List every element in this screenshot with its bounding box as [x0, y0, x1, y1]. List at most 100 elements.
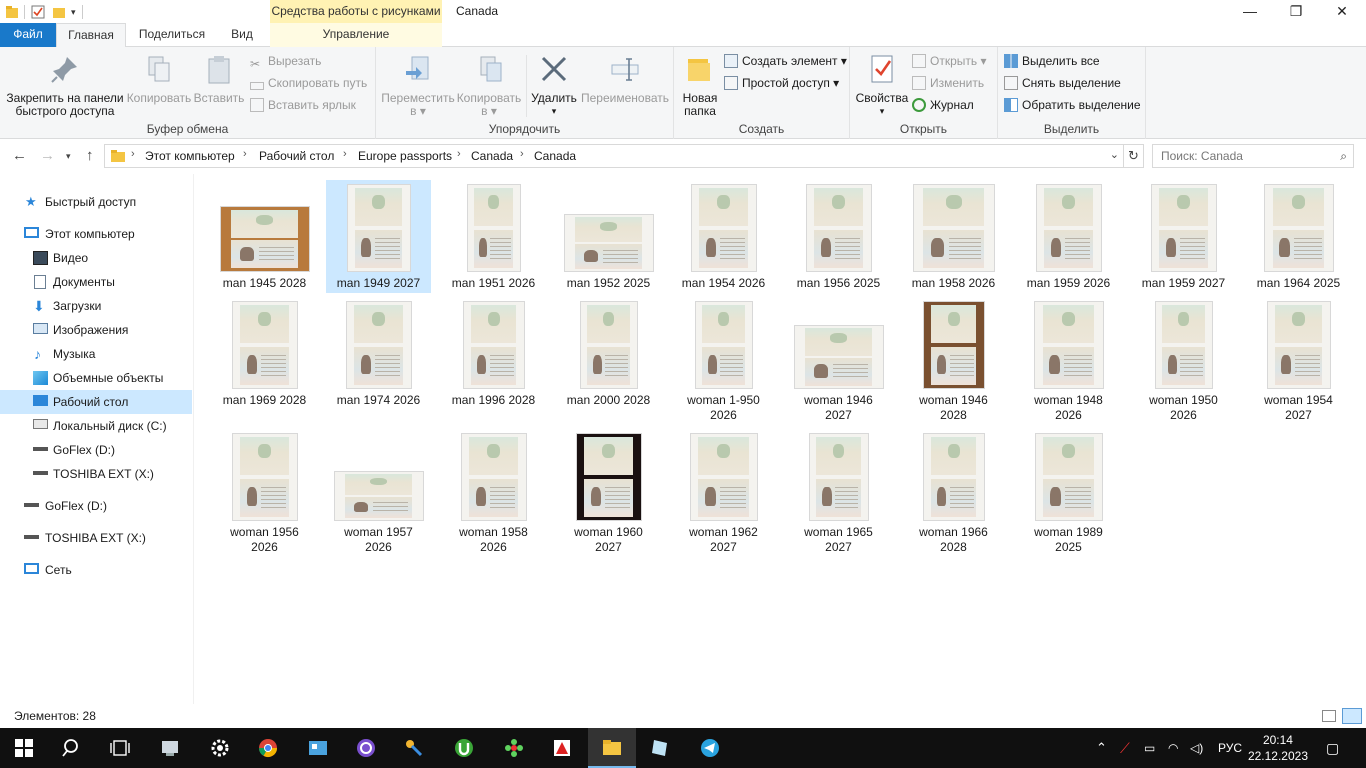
breadcrumb-canada[interactable]: Canada	[534, 149, 576, 163]
taskbar-app-utorrent[interactable]	[440, 728, 488, 768]
file-tile[interactable]: man 1954 2026	[671, 180, 776, 293]
taskbar-app-explorer[interactable]	[588, 728, 636, 768]
file-tile[interactable]: woman 1957 2026	[326, 429, 431, 557]
breadcrumb-europe-passports[interactable]: Europe passports	[358, 149, 452, 163]
nav-goflex-d-sub[interactable]: GoFlex (D:)	[0, 438, 192, 462]
new-folder-button[interactable]: Новая папка	[678, 51, 722, 118]
pin-quick-access-button[interactable]: Закрепить на панели быстрого доступа	[4, 51, 126, 118]
nav-local-disk-c[interactable]: Локальный диск (C:)	[0, 414, 192, 438]
taskbar-app-notes[interactable]	[636, 728, 684, 768]
file-tile[interactable]: woman 1965 2027	[786, 429, 891, 557]
file-tile[interactable]: man 1964 2025	[1246, 180, 1351, 293]
select-none-button[interactable]: Снять выделение	[1004, 73, 1121, 93]
file-tile[interactable]: woman 1989 2025	[1016, 429, 1121, 557]
taskbar-app-monitor[interactable]	[146, 728, 194, 768]
show-hidden-icons[interactable]: ⌃	[1096, 728, 1107, 768]
tab-share[interactable]: Поделиться	[130, 23, 214, 47]
notifications-icon[interactable]: ▢	[1326, 728, 1339, 768]
file-tile[interactable]: woman 1958 2026	[441, 429, 546, 557]
move-to-button[interactable]: Переместить в ▾	[380, 51, 456, 118]
history-button[interactable]: Журнал	[912, 95, 974, 115]
customize-qa-icon[interactable]: ▾	[71, 7, 76, 18]
nav-this-pc[interactable]: Этот компьютер	[0, 222, 192, 246]
minimize-button[interactable]: —	[1227, 0, 1273, 23]
close-button[interactable]: ✕	[1319, 0, 1365, 23]
search-input[interactable]: Поиск: Canada ⌕	[1152, 144, 1354, 168]
nav-video[interactable]: Видео	[0, 246, 192, 270]
wifi-icon[interactable]: ◠	[1168, 728, 1178, 768]
nav-desktop[interactable]: Рабочий стол	[0, 390, 192, 414]
paste-button[interactable]: Вставить	[192, 51, 246, 105]
file-tile[interactable]: woman 1962 2027	[671, 429, 776, 557]
copy-button[interactable]: Копировать	[124, 51, 194, 105]
file-tile[interactable]: woman 1960 2027	[556, 429, 661, 557]
file-tile[interactable]: man 2000 2028	[556, 297, 661, 410]
nav-documents[interactable]: Документы	[0, 270, 192, 294]
file-tile[interactable]: woman 1966 2028	[901, 429, 1006, 557]
file-tile[interactable]: woman 1956 2026	[212, 429, 317, 557]
nav-network[interactable]: Сеть	[0, 558, 192, 582]
address-bar[interactable]: › Этот компьютер › Рабочий стол › Europe…	[104, 144, 1124, 168]
tab-file[interactable]: Файл	[0, 23, 56, 47]
cut-button[interactable]: ✂ Вырезать	[250, 51, 321, 71]
file-tile[interactable]: man 1969 2028	[212, 297, 317, 410]
taskbar-app-keys[interactable]	[390, 728, 438, 768]
tray-app-icon[interactable]: ⟋	[1120, 728, 1130, 768]
breadcrumb-this-pc[interactable]: Этот компьютер	[145, 149, 235, 163]
file-tile[interactable]: man 1945 2028	[212, 180, 317, 293]
file-tile[interactable]: woman 1948 2026	[1016, 297, 1121, 425]
maximize-button[interactable]: ❐	[1273, 0, 1319, 23]
start-button[interactable]	[0, 728, 48, 768]
taskbar-app-chrome[interactable]	[244, 728, 292, 768]
large-icons-view-icon[interactable]	[1342, 708, 1362, 724]
tab-view[interactable]: Вид	[222, 23, 262, 47]
file-tile[interactable]: man 1974 2026	[326, 297, 431, 410]
forward-arrow-icon[interactable]: →	[40, 147, 55, 164]
file-tile[interactable]: woman 1950 2026	[1131, 297, 1236, 425]
file-tile[interactable]: man 1949 2027	[326, 180, 431, 293]
easy-access-button[interactable]: Простой доступ ▾	[724, 73, 839, 93]
taskbar-app-icq[interactable]	[490, 728, 538, 768]
file-tile[interactable]: woman 1946 2027	[786, 297, 891, 425]
edit-button[interactable]: Изменить	[912, 73, 984, 93]
file-tile[interactable]: man 1958 2026	[901, 180, 1006, 293]
properties-check-icon[interactable]	[31, 5, 45, 19]
nav-music[interactable]: ♪ Музыка	[0, 342, 192, 366]
file-tile[interactable]: man 1951 2026	[441, 180, 546, 293]
file-tile[interactable]: woman 1-950 2026	[671, 297, 776, 425]
nav-3d-objects[interactable]: Объемные объекты	[0, 366, 192, 390]
battery-icon[interactable]: ▭	[1144, 728, 1155, 768]
file-tile[interactable]: woman 1946 2028	[901, 297, 1006, 425]
details-view-icon[interactable]	[1322, 710, 1336, 722]
open-button[interactable]: Открыть ▾	[912, 51, 986, 71]
copy-to-button[interactable]: Копировать в ▾	[454, 51, 524, 118]
invert-selection-button[interactable]: Обратить выделение	[1004, 95, 1141, 115]
taskbar-app-photo[interactable]	[294, 728, 342, 768]
new-folder-icon[interactable]	[53, 5, 65, 19]
file-tile[interactable]: man 1996 2028	[441, 297, 546, 410]
breadcrumb-canada-parent[interactable]: Canada	[471, 149, 513, 163]
delete-button[interactable]: Удалить ▾	[528, 51, 580, 118]
nav-toshiba-x-sub[interactable]: TOSHIBA EXT (X:)	[0, 462, 192, 486]
paste-shortcut-button[interactable]: Вставить ярлык	[250, 95, 356, 115]
file-tile[interactable]: man 1952 2025	[556, 180, 661, 293]
refresh-icon[interactable]: ↻	[1124, 144, 1144, 168]
nav-quick-access[interactable]: ★ Быстрый доступ	[0, 190, 192, 214]
nav-pictures[interactable]: Изображения	[0, 318, 192, 342]
clock[interactable]: 20:14 22.12.2023	[1248, 732, 1308, 764]
address-dropdown-icon[interactable]: ⌄	[1110, 148, 1119, 161]
copy-path-button[interactable]: Скопировать путь	[250, 73, 367, 93]
nav-goflex-d[interactable]: GoFlex (D:)	[0, 494, 192, 518]
new-item-button[interactable]: Создать элемент ▾	[724, 51, 847, 71]
nav-toshiba-x[interactable]: TOSHIBA EXT (X:)	[0, 526, 192, 550]
taskbar-app-pdf[interactable]	[538, 728, 586, 768]
back-arrow-icon[interactable]: ←	[12, 147, 27, 164]
volume-icon[interactable]: ◁)	[1190, 728, 1203, 768]
file-tile[interactable]: man 1956 2025	[786, 180, 891, 293]
taskbar-app-q[interactable]	[342, 728, 390, 768]
tab-manage[interactable]: Управление	[270, 23, 442, 47]
rename-button[interactable]: Переименовать	[580, 51, 670, 105]
properties-button[interactable]: Свойства ▾	[854, 51, 910, 118]
language-indicator[interactable]: РУС	[1218, 728, 1242, 768]
select-all-button[interactable]: Выделить все	[1004, 51, 1100, 71]
